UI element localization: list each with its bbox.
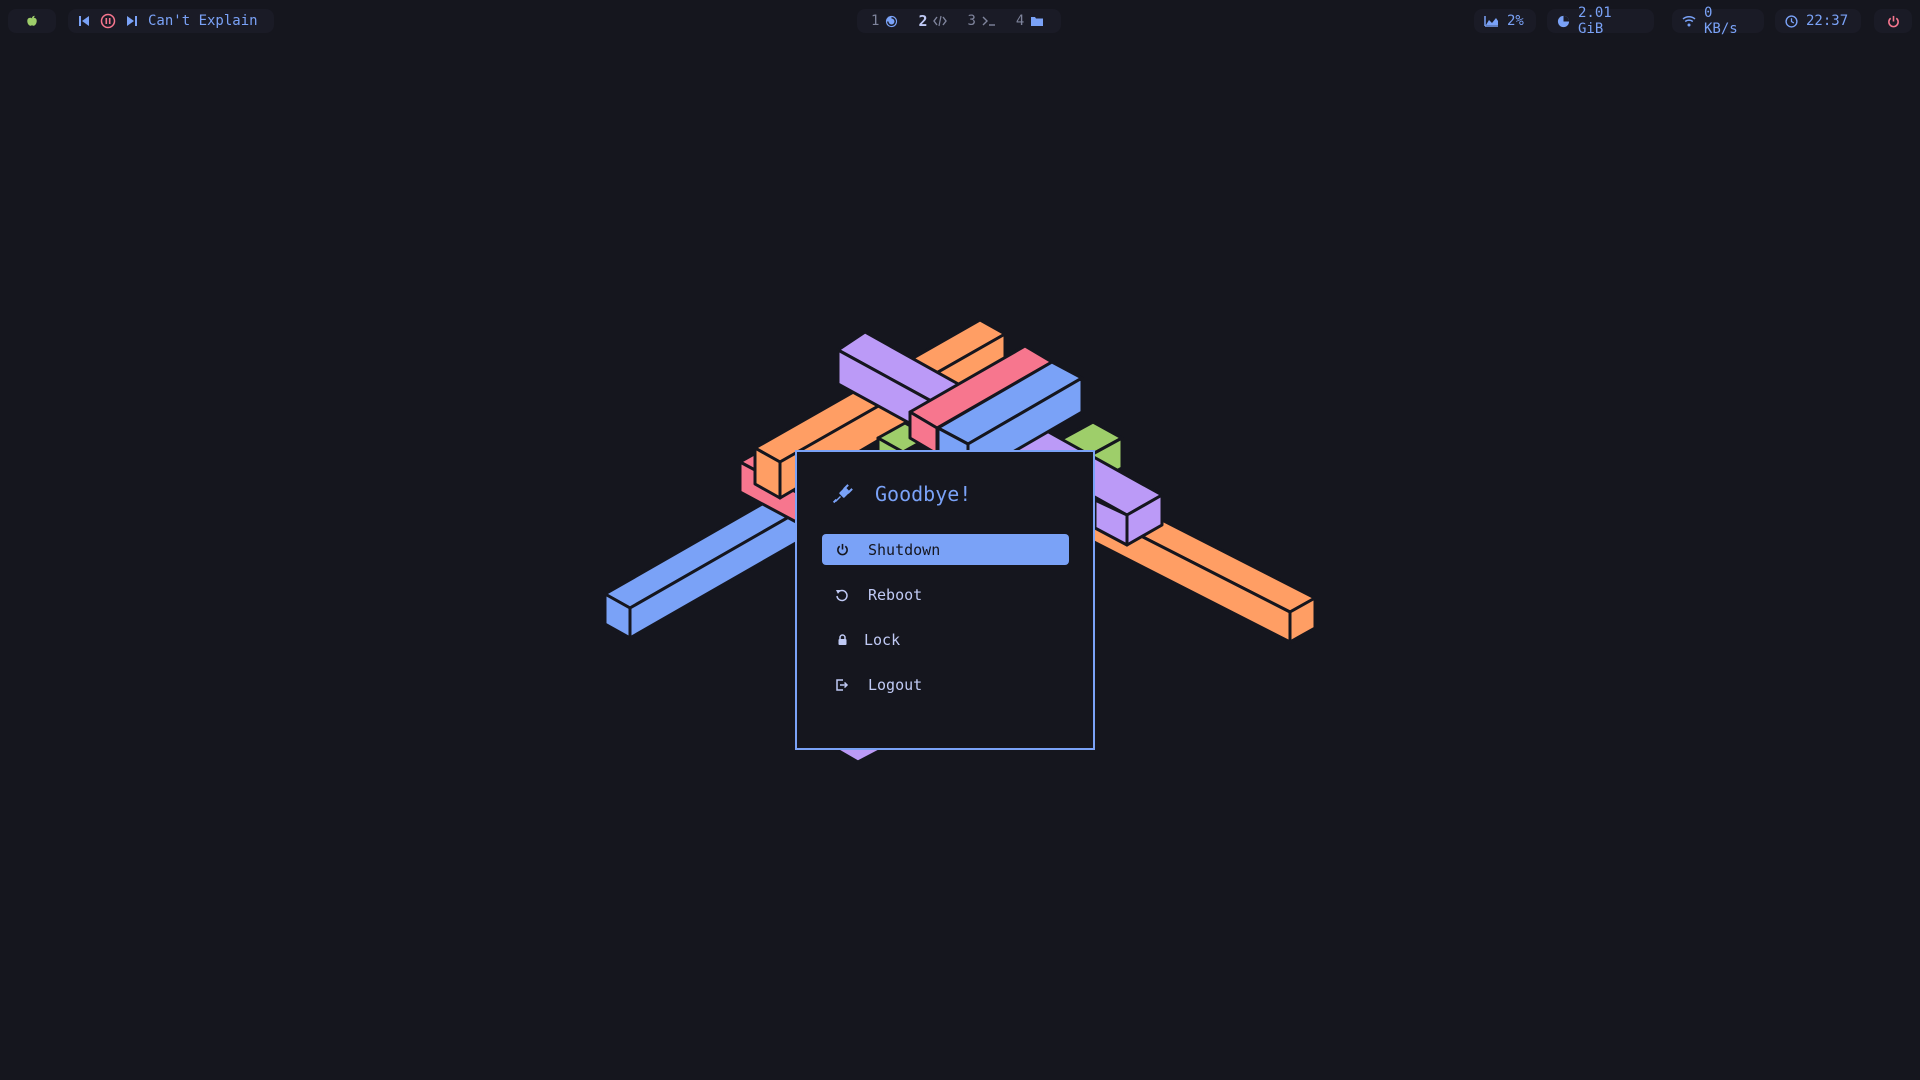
workspace-1[interactable]: 1 [871, 13, 898, 29]
code-icon [933, 15, 948, 27]
dialog-title: Goodbye! [875, 482, 972, 506]
media-title: Can't Explain [148, 13, 258, 29]
cpu-usage[interactable]: 2% [1474, 9, 1536, 33]
dialog-header: Goodbye! [831, 482, 971, 506]
menu-item-logout[interactable]: Logout [822, 669, 1069, 700]
workspaces: 1 2 3 4 [857, 9, 1061, 33]
lock-icon [834, 633, 850, 646]
media-player: Can't Explain [68, 9, 274, 33]
workspace-2[interactable]: 2 [918, 12, 948, 30]
terminal-icon [982, 15, 996, 27]
power-icon [1887, 15, 1900, 28]
workspace-4[interactable]: 4 [1016, 13, 1044, 29]
folder-icon [1030, 15, 1044, 27]
apple-icon [25, 14, 39, 28]
skip-next-icon[interactable] [126, 15, 138, 27]
memory-usage[interactable]: 2.01 GiB [1547, 5, 1654, 37]
spiral-icon [885, 15, 898, 28]
launcher-button[interactable] [8, 9, 56, 33]
wifi-icon [1682, 15, 1704, 27]
plug-icon [831, 483, 853, 505]
restart-icon [834, 588, 850, 602]
menu-item-reboot[interactable]: Reboot [822, 579, 1069, 610]
pause-circle-icon[interactable] [100, 13, 116, 29]
pie-chart-icon [1557, 15, 1578, 28]
power-button[interactable] [1874, 9, 1912, 33]
power-menu-dialog: Goodbye! Shutdown Reboot Lock Logout [795, 450, 1095, 750]
clock-icon [1785, 14, 1806, 28]
chart-area-icon [1484, 15, 1507, 27]
network-speed[interactable]: 0 KB/s [1672, 5, 1764, 37]
menu-item-lock[interactable]: Lock [822, 624, 1069, 655]
skip-previous-icon[interactable] [78, 15, 90, 27]
power-icon [834, 543, 850, 556]
logout-icon [834, 678, 850, 692]
top-bar: Can't Explain 1 2 3 4 2% 2.01 GiB 0 KB/s… [0, 0, 1920, 42]
clock[interactable]: 22:37 [1775, 9, 1861, 33]
power-menu: Shutdown Reboot Lock Logout [822, 534, 1069, 714]
menu-item-shutdown[interactable]: Shutdown [822, 534, 1069, 565]
workspace-3[interactable]: 3 [967, 13, 995, 29]
